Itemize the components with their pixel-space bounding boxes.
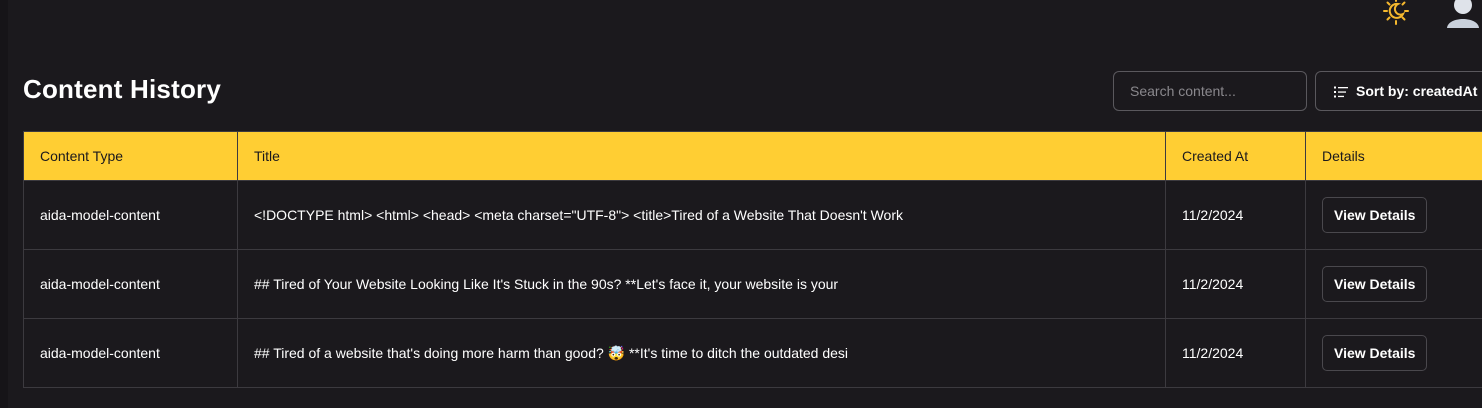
search-input[interactable] (1113, 71, 1307, 111)
cell-details: View Details (1305, 180, 1482, 250)
theme-toggle-icon[interactable] (1380, 0, 1412, 26)
cell-details: View Details (1305, 318, 1482, 388)
sort-button[interactable]: Sort by: createdAt (1315, 71, 1482, 111)
column-header-created-at[interactable]: Created At (1165, 131, 1306, 181)
page: Content History Sort by: createdAt (0, 0, 1482, 408)
cell-created-at: 11/2/2024 (1165, 249, 1306, 319)
user-avatar-icon[interactable] (1444, 0, 1482, 28)
table-row: aida-model-content ## Tired of Your Webs… (23, 249, 1482, 319)
cell-content-type: aida-model-content (23, 318, 238, 388)
cell-content-type: aida-model-content (23, 180, 238, 250)
view-details-button[interactable]: View Details (1322, 266, 1428, 302)
sort-button-label: Sort by: createdAt (1356, 83, 1478, 99)
sidebar-edge (0, 0, 8, 408)
view-details-button[interactable]: View Details (1322, 335, 1428, 371)
cell-created-at: 11/2/2024 (1165, 180, 1306, 250)
column-header-details[interactable]: Details (1305, 131, 1482, 181)
column-header-title[interactable]: Title (237, 131, 1166, 181)
table-row: aida-model-content ## Tired of a website… (23, 318, 1482, 388)
cell-details: View Details (1305, 249, 1482, 319)
column-header-content-type[interactable]: Content Type (23, 131, 238, 181)
cell-content-type: aida-model-content (23, 249, 238, 319)
page-title: Content History (23, 74, 221, 104)
cell-created-at: 11/2/2024 (1165, 318, 1306, 388)
table-header-row: Content Type Title Created At Details (23, 131, 1482, 181)
cell-title: <!DOCTYPE html> <html> <head> <meta char… (237, 180, 1166, 250)
cell-title: ## Tired of a website that's doing more … (237, 318, 1166, 388)
cell-title: ## Tired of Your Website Looking Like It… (237, 249, 1166, 319)
view-details-button[interactable]: View Details (1322, 197, 1428, 233)
table-row: aida-model-content <!DOCTYPE html> <html… (23, 180, 1482, 250)
content-history-table: Content Type Title Created At Details ai… (23, 131, 1482, 388)
sort-list-icon (1334, 85, 1348, 98)
